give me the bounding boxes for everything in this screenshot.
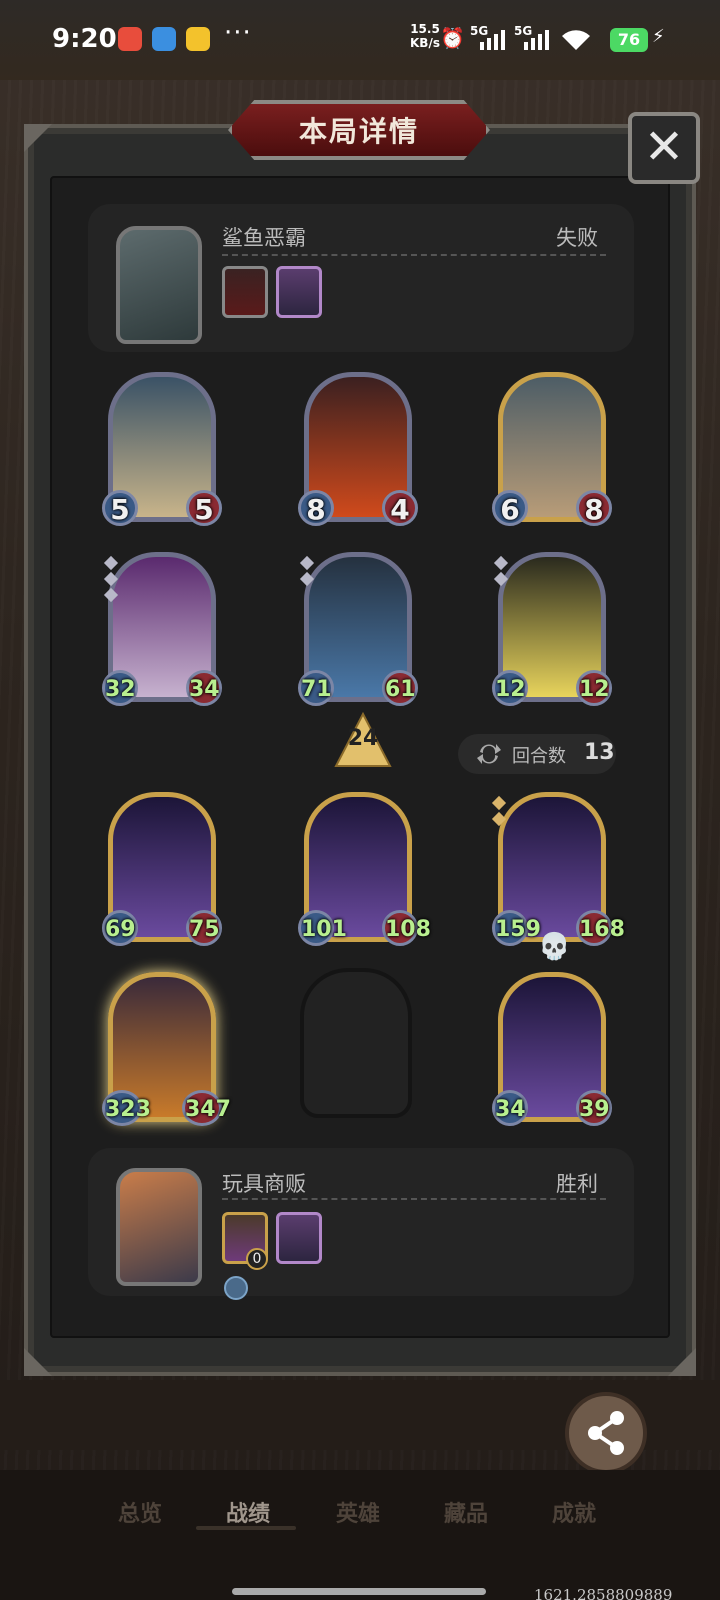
minion-attack: 6 — [492, 490, 528, 526]
empty-minion-slot — [300, 968, 412, 1118]
player-divider — [222, 1198, 606, 1200]
battery-indicator: 76 — [610, 28, 648, 52]
bottom-navigation — [0, 1470, 720, 1600]
signal-icon-1 — [480, 30, 505, 50]
nav-achievements[interactable]: 成就 — [552, 1496, 596, 1528]
minion-attack: 8 — [298, 490, 334, 526]
opponent-minion-3[interactable]: 6 8 — [492, 372, 612, 532]
status-bar: 9:20 ··· 15.5 KB/s ⏰ 5G 5G 76 ⚡ — [0, 0, 720, 80]
nav-overview[interactable]: 总览 — [118, 1496, 162, 1528]
telegram-icon — [152, 27, 176, 51]
opponent-minion-5[interactable]: 71 61 — [298, 552, 418, 712]
trinket-counter-badge: 0 — [246, 1248, 268, 1270]
net-speed: 15.5 KB/s — [410, 22, 440, 50]
minion-attack: 32 — [102, 670, 138, 706]
app-notification-icon-2 — [186, 27, 210, 51]
opponent-trinket-2[interactable] — [276, 266, 322, 318]
minion-health: 75 — [186, 910, 222, 946]
nav-active-indicator — [196, 1526, 296, 1530]
player-minion-3[interactable]: 159 168 — [491, 792, 625, 952]
buff-marker — [103, 555, 119, 571]
buff-marker — [299, 555, 315, 571]
opponent-minion-6[interactable]: 12 12 — [492, 552, 612, 712]
buff-marker — [491, 795, 507, 811]
player-result: 胜利 — [556, 1172, 598, 1196]
minion-attack: 12 — [492, 670, 528, 706]
rounds-value: 13 — [584, 740, 615, 765]
coordinate-readout: 1621.2858809889 — [534, 1586, 673, 1600]
minion-attack: 101 — [298, 910, 347, 946]
share-icon — [588, 1411, 624, 1455]
minion-attack: 34 — [492, 1090, 528, 1126]
nav-collection[interactable]: 藏品 — [444, 1496, 488, 1528]
minion-attack: 71 — [298, 670, 334, 706]
player-minion-4[interactable]: 323 347 — [102, 972, 231, 1132]
minion-health: 8 — [576, 490, 612, 526]
player-minion-5[interactable]: 34 39 — [492, 972, 612, 1132]
player-name: 玩具商贩 — [222, 1172, 306, 1196]
minion-health: 34 — [186, 670, 222, 706]
alarm-icon: ⏰ — [440, 26, 465, 50]
minion-health: 39 — [576, 1090, 612, 1126]
buff-marker — [493, 555, 509, 571]
skull-icon: 💀 — [538, 932, 571, 962]
minion-health: 108 — [382, 910, 431, 946]
app-notification-icon — [118, 27, 142, 51]
page-title: 本局详情 — [298, 115, 419, 148]
nav-records[interactable]: 战绩 — [226, 1496, 270, 1528]
player-quest-icon[interactable] — [224, 1276, 248, 1300]
player-portrait[interactable] — [116, 1168, 202, 1286]
net-speed-unit: KB/s — [410, 36, 440, 50]
minion-health: 5 — [186, 490, 222, 526]
opponent-result: 失败 — [556, 226, 598, 250]
more-notifications-icon: ··· — [224, 18, 252, 48]
opponent-name: 鲨鱼恶霸 — [222, 226, 306, 250]
tavern-tier-value: 24 — [347, 726, 379, 751]
opponent-minion-2[interactable]: 8 4 — [298, 372, 418, 532]
minion-health: 168 — [576, 910, 625, 946]
player-minion-1[interactable]: 69 75 — [102, 792, 222, 952]
opponent-minion-4[interactable]: 32 34 — [102, 552, 222, 712]
player-minion-2[interactable]: 101 108 — [298, 792, 431, 952]
status-time: 9:20 — [52, 24, 117, 54]
share-button[interactable] — [565, 1392, 647, 1474]
signal-icon-2 — [524, 30, 549, 50]
minion-attack: 5 — [102, 490, 138, 526]
opponent-portrait[interactable] — [116, 226, 202, 344]
minion-attack: 323 — [102, 1090, 151, 1126]
minion-attack: 69 — [102, 910, 138, 946]
rounds-label: 回合数 — [512, 746, 566, 767]
refresh-icon — [477, 744, 501, 764]
charging-icon: ⚡ — [652, 26, 665, 47]
close-button[interactable]: ✕ — [628, 112, 700, 184]
minion-attack: 159 — [492, 910, 541, 946]
net-speed-value: 15.5 — [410, 22, 440, 36]
wifi-icon — [562, 30, 590, 50]
opponent-minion-1[interactable]: 5 5 — [102, 372, 222, 532]
opponent-divider — [222, 254, 606, 256]
minion-health: 12 — [576, 670, 612, 706]
minion-health: 347 — [182, 1090, 231, 1126]
minion-health: 61 — [382, 670, 418, 706]
opponent-trinket-1[interactable] — [222, 266, 268, 318]
home-indicator[interactable] — [232, 1588, 486, 1595]
player-trinket-2[interactable] — [276, 1212, 322, 1264]
nav-heroes[interactable]: 英雄 — [336, 1496, 380, 1528]
minion-health: 4 — [382, 490, 418, 526]
